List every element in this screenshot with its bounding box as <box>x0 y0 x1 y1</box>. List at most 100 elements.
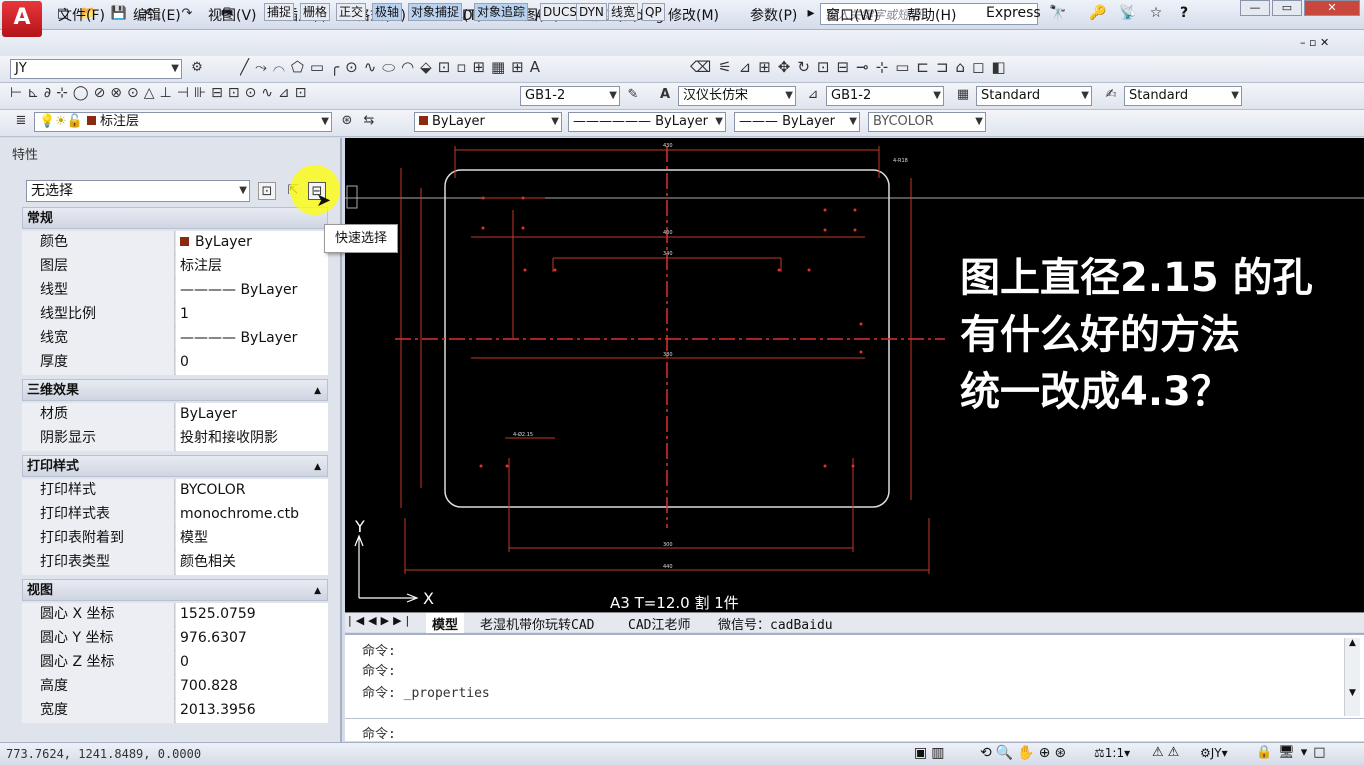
textstyle-select[interactable]: Standard ▼ <box>976 86 1092 106</box>
menu-file[interactable]: 文件(F) <box>58 5 105 25</box>
navigation-icons[interactable]: ⟲🔍✋⊕⊛ <box>980 745 1070 761</box>
save-icon[interactable]: 💾 <box>108 4 130 24</box>
maximize-button[interactable]: ▭ <box>1272 0 1302 16</box>
prop-row[interactable]: 线型比例 1 <box>22 303 328 327</box>
properties-title: 特性 <box>12 148 39 163</box>
prop-row[interactable]: 宽度 2013.3956 <box>22 699 328 723</box>
tab-layout-1[interactable]: 老湿机带你玩转CAD <box>474 613 600 634</box>
svg-text:380: 380 <box>663 352 673 358</box>
text-style-icon[interactable]: A <box>656 86 674 104</box>
table-style-icon[interactable]: ▦ <box>954 86 972 104</box>
section-3d-effects[interactable]: 三维效果 ▲ <box>22 379 328 401</box>
prop-row[interactable]: 打印样式表 monochrome.ctb <box>22 503 328 527</box>
layer-manager-icon[interactable]: ≣ <box>12 112 30 130</box>
toggle-pickadd-icon[interactable]: ⊡ <box>258 182 276 200</box>
application-menu-button[interactable]: A <box>2 1 42 37</box>
workspace-settings-icon[interactable]: ⚙ <box>188 59 206 77</box>
layer-previous-icon[interactable]: ⇆ <box>360 112 378 130</box>
menu-express[interactable]: Express <box>986 5 1041 21</box>
plotstyle-select[interactable]: BYCOLOR ▼ <box>868 112 986 132</box>
dimstyle-select-2[interactable]: GB1-2 ▼ <box>826 86 944 106</box>
toggle-snap[interactable]: 捕捉 <box>264 3 295 21</box>
quick-select-tooltip: 快速选择 <box>324 224 398 253</box>
section-plot-style[interactable]: 打印样式 ▲ <box>22 455 328 477</box>
prop-row[interactable]: 圆心 Y 坐标 976.6307 <box>22 627 328 651</box>
toggle-ducs[interactable]: DUCS <box>540 3 581 21</box>
prop-row[interactable]: 打印表类型 颜色相关 <box>22 551 328 575</box>
favorites-star-icon[interactable]: ☆ <box>1144 3 1168 25</box>
section-general[interactable]: 常规 <box>22 207 328 229</box>
close-button[interactable]: ✕ <box>1304 0 1360 16</box>
help-icon[interactable]: ? <box>1172 3 1196 25</box>
subscription-icon[interactable]: 🔑 <box>1086 3 1110 25</box>
prop-row[interactable]: 圆心 Z 坐标 0 <box>22 651 328 675</box>
menu-help[interactable]: 帮助(H) <box>907 5 956 25</box>
tab-model[interactable]: 模型 <box>426 613 465 634</box>
prop-row[interactable]: 图层 标注层 <box>22 255 328 279</box>
modify-tools-icons[interactable]: ⌫⚟⊿⊞✥↻⊡⊟⊸⊹▭⊏⊐⌂◻◧ <box>690 58 1080 80</box>
tab-nav-arrows[interactable]: |◀◀▶▶| <box>348 614 413 627</box>
multileader-style-icon[interactable]: ✍ <box>1102 86 1120 104</box>
prop-row[interactable]: 线型 ———— ByLayer <box>22 279 328 303</box>
prop-row[interactable]: 圆心 X 坐标 1525.0759 <box>22 603 328 627</box>
dimension-tools-icons[interactable]: ⊢⊾∂⊹◯⊘⊗⊙△⊥⊣⊪⊟⊡⊙∿⊿⊡ <box>10 85 490 107</box>
command-input[interactable]: 命令: <box>362 723 396 742</box>
toggle-lineweight[interactable]: 线宽 <box>608 3 639 21</box>
dimstyle-select[interactable]: GB1-2 ▼ <box>520 86 620 106</box>
font-select[interactable]: 汉仪长仿宋 ▼ <box>678 86 796 106</box>
tab-layout-3[interactable]: 微信号：cadBaidu <box>712 613 839 634</box>
prop-row[interactable]: 材质 ByLayer <box>22 403 328 427</box>
command-window[interactable] <box>345 633 1364 741</box>
model-layout-icons[interactable]: ▣▥ <box>914 745 948 761</box>
search-expand-icon[interactable]: ▸ <box>804 3 818 25</box>
toggle-grid[interactable]: 栅格 <box>300 3 331 21</box>
toggle-ortho[interactable]: 正交 <box>336 3 367 21</box>
svg-text:340: 340 <box>663 251 673 257</box>
menu-view[interactable]: 视图(V) <box>208 5 257 25</box>
command-scrollbar[interactable]: ▲ ▼ <box>1344 638 1360 716</box>
coordinate-readout: 773.7624, 1241.8489, 0.0000 <box>6 747 202 761</box>
workspace-select[interactable]: JY ▼ <box>10 59 182 79</box>
annotation-line: 图上直径2.15 的孔 <box>960 255 1313 301</box>
menu-edit[interactable]: 编辑(E) <box>133 5 181 25</box>
prop-row[interactable]: 打印样式 BYCOLOR <box>22 479 328 503</box>
doc-window-controls[interactable]: – ▫ ✕ <box>1300 36 1329 49</box>
prop-row[interactable]: 高度 700.828 <box>22 675 328 699</box>
command-history-line: 命令: <box>362 664 396 679</box>
ucs-x-label: X <box>423 589 434 608</box>
menu-parametric[interactable]: 参数(P) <box>750 5 797 25</box>
annotation-scale[interactable]: ⚖1:1▾ <box>1094 746 1130 760</box>
toggle-quickprops[interactable]: QP <box>642 3 665 21</box>
selection-select[interactable]: 无选择 ▼ <box>26 180 250 202</box>
prop-row[interactable]: 颜色 ByLayer <box>22 231 328 255</box>
prop-row[interactable]: 阴影显示 投射和接收阴影 <box>22 427 328 451</box>
toggle-dyn[interactable]: DYN <box>576 3 607 21</box>
prop-row[interactable]: 打印表附着到 模型 <box>22 527 328 551</box>
tablestyle-select[interactable]: Standard ▼ <box>1124 86 1242 106</box>
prop-row[interactable]: 厚度 0 <box>22 351 328 375</box>
communication-icon[interactable]: 📡 <box>1116 3 1140 25</box>
binoculars-icon[interactable]: 🔭 <box>1046 3 1070 25</box>
lineweight-select[interactable]: ——— ByLayer ▼ <box>734 112 860 132</box>
toggle-otrack[interactable]: 对象追踪 <box>474 3 529 21</box>
tab-layout-2[interactable]: CAD江老师 <box>622 613 696 634</box>
color-select[interactable]: ByLayer ▼ <box>414 112 562 132</box>
menu-window[interactable]: 窗口(W) <box>826 5 879 25</box>
linetype-select[interactable]: —————— ByLayer ▼ <box>568 112 726 132</box>
annotation-visibility-icons[interactable]: ⚠⚠ <box>1152 745 1183 760</box>
workspace-switch[interactable]: ⚙JY▾ <box>1200 746 1228 760</box>
svg-text:300: 300 <box>663 542 673 548</box>
section-view[interactable]: 视图 ▲ <box>22 579 328 601</box>
prop-row[interactable]: 线宽 ———— ByLayer <box>22 327 328 351</box>
tray-icons[interactable]: 🔒🖥▾□ <box>1256 745 1332 760</box>
toggle-osnap[interactable]: 对象捕捉 <box>408 3 463 21</box>
layer-select[interactable]: 💡☀🔓 标注层 ▼ <box>34 112 332 132</box>
minimize-button[interactable]: — <box>1240 0 1270 16</box>
toggle-polar[interactable]: 极轴 <box>372 3 403 21</box>
svg-text:4-Ø2.15: 4-Ø2.15 <box>513 431 533 438</box>
draw-tools-icons[interactable]: ╱⤳⌒⬠▭╭⊙∿⬭◠⬙⊡▫⊞▦⊞A <box>240 58 680 80</box>
dimstyle-manager-icon[interactable]: ✎ <box>624 86 642 104</box>
make-object-layer-current-icon[interactable]: ⊛ <box>338 112 356 130</box>
menu-modify[interactable]: 修改(M) <box>668 5 719 25</box>
dimstyle-icon[interactable]: ⊿ <box>804 86 822 104</box>
